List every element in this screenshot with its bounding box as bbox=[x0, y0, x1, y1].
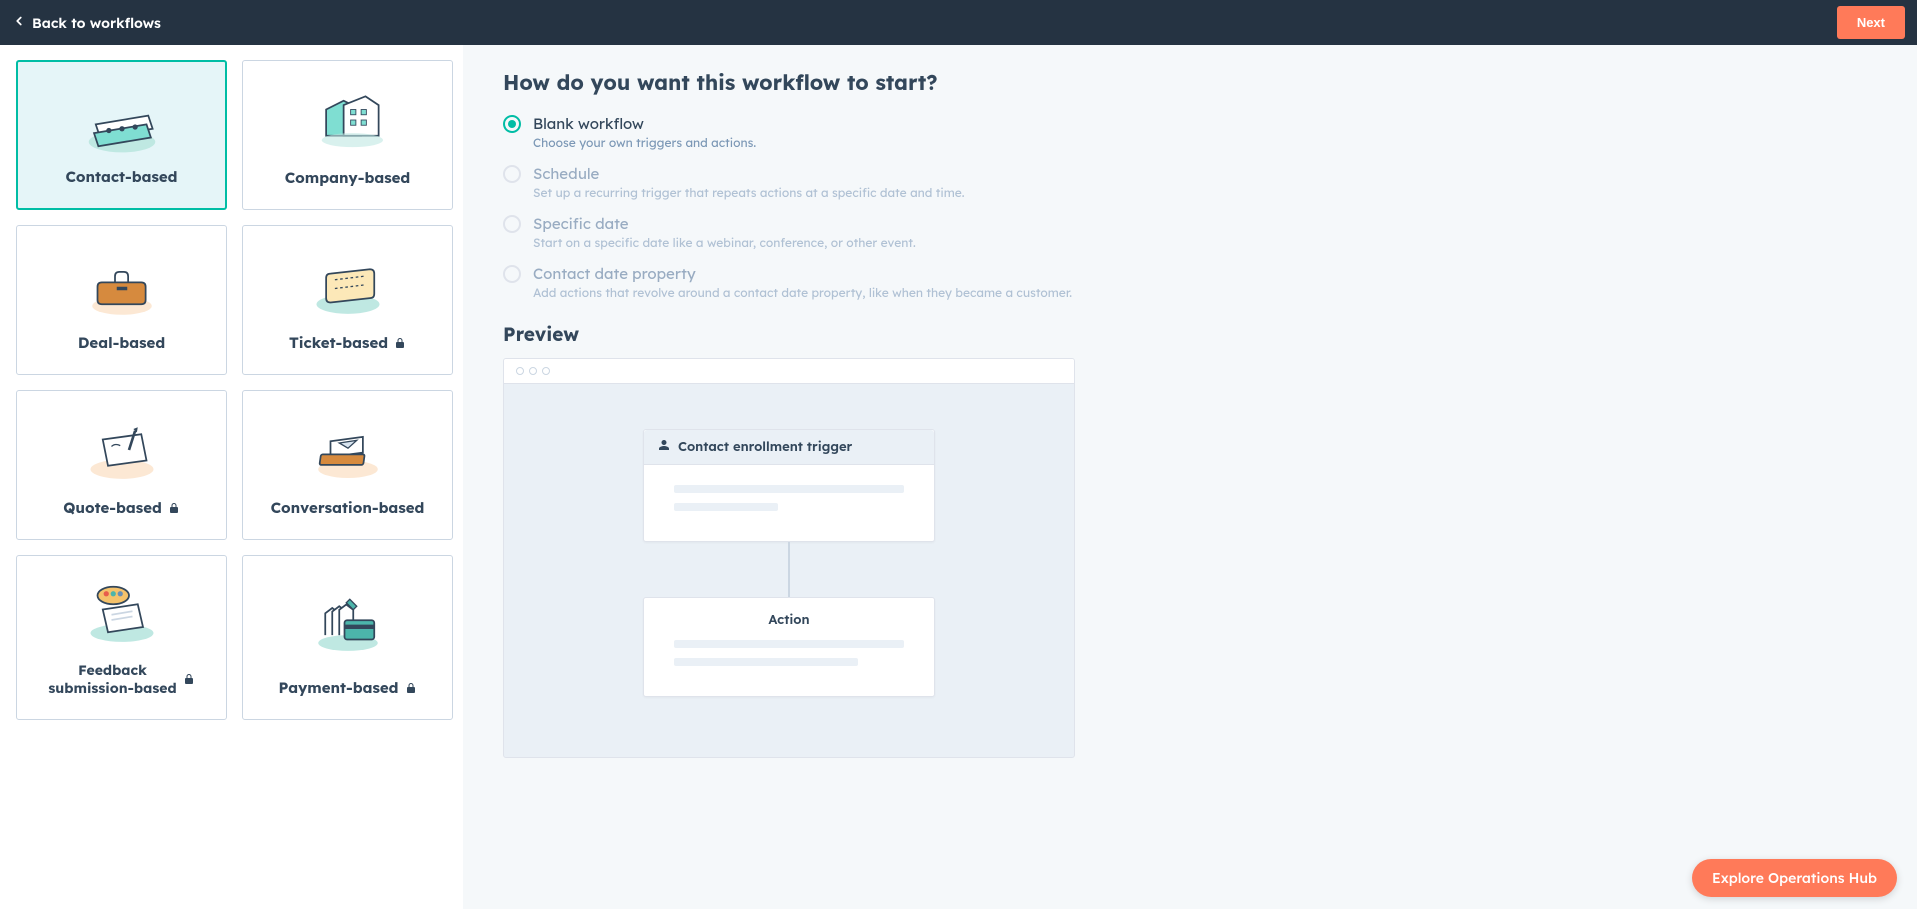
ticket-illustration-icon bbox=[303, 244, 393, 325]
trigger-node-body bbox=[644, 465, 934, 541]
lock-icon bbox=[405, 682, 417, 694]
card-label: Quote-based bbox=[63, 498, 180, 517]
skeleton-line bbox=[674, 503, 778, 511]
option-title: Specific date bbox=[533, 214, 916, 233]
trigger-node-header: Contact enrollment trigger bbox=[644, 430, 934, 465]
skeleton-line bbox=[674, 640, 904, 648]
deal-illustration-icon bbox=[77, 244, 167, 325]
workflow-config-panel: How do you want this workflow to start? … bbox=[463, 45, 1917, 909]
card-label: Deal-based bbox=[78, 333, 165, 352]
radio-property bbox=[503, 265, 521, 283]
company-illustration-icon bbox=[303, 79, 393, 160]
next-button[interactable]: Next bbox=[1837, 6, 1905, 39]
quote-illustration-icon bbox=[77, 409, 167, 490]
contact-illustration-icon bbox=[77, 80, 167, 159]
action-node: Action bbox=[643, 597, 935, 697]
skeleton-line bbox=[674, 658, 858, 666]
top-bar: Back to workflows Next bbox=[0, 0, 1917, 45]
contact-icon bbox=[658, 439, 670, 455]
workflow-type-card-contact[interactable]: Contact-based bbox=[16, 60, 227, 210]
option-description: Start on a specific date like a webinar,… bbox=[533, 235, 916, 250]
trigger-node: Contact enrollment trigger bbox=[643, 429, 935, 542]
start-option-specific: Specific date Start on a specific date li… bbox=[503, 214, 1877, 250]
workflow-type-card-deal[interactable]: Deal-based bbox=[16, 225, 227, 375]
card-label: Ticket-based bbox=[289, 333, 406, 352]
workflow-type-card-conversation[interactable]: Conversation-based bbox=[242, 390, 453, 540]
action-node-label: Action bbox=[644, 598, 934, 634]
back-label: Back to workflows bbox=[32, 14, 161, 32]
skeleton-line bbox=[674, 485, 904, 493]
explore-operations-hub-button[interactable]: Explore Operations Hub bbox=[1692, 859, 1897, 897]
preview-heading: Preview bbox=[503, 322, 1877, 346]
start-option-schedule: Schedule Set up a recurring trigger that … bbox=[503, 164, 1877, 200]
workflow-type-card-company[interactable]: Company-based bbox=[242, 60, 453, 210]
node-connector bbox=[788, 542, 790, 597]
workflow-type-card-ticket[interactable]: Ticket-based bbox=[242, 225, 453, 375]
main-content: Contact-based Company-based Deal-based Tick… bbox=[0, 45, 1917, 909]
radio-schedule bbox=[503, 165, 521, 183]
trigger-node-label: Contact enrollment trigger bbox=[678, 439, 852, 455]
card-label: Conversation-based bbox=[271, 498, 425, 517]
option-description: Set up a recurring trigger that repeats … bbox=[533, 185, 965, 200]
action-node-body bbox=[644, 634, 934, 696]
workflow-type-grid: Contact-based Company-based Deal-based Tick… bbox=[16, 60, 453, 720]
payment-illustration-icon bbox=[303, 574, 393, 670]
workflow-type-card-quote[interactable]: Quote-based bbox=[16, 390, 227, 540]
window-dot-icon bbox=[529, 367, 537, 375]
preview-window: Contact enrollment trigger Action bbox=[503, 358, 1075, 758]
radio-blank[interactable] bbox=[503, 115, 521, 133]
card-label: Payment-based bbox=[278, 678, 416, 697]
card-label: Feedbacksubmission-based bbox=[48, 661, 194, 697]
option-description: Add actions that revolve around a contac… bbox=[533, 285, 1072, 300]
option-title: Schedule bbox=[533, 164, 965, 183]
chevron-left-icon bbox=[12, 14, 26, 32]
workflow-type-panel: Contact-based Company-based Deal-based Tick… bbox=[0, 45, 463, 909]
card-label: Company-based bbox=[285, 168, 410, 187]
option-title: Blank workflow bbox=[533, 114, 756, 133]
option-title: Contact date property bbox=[533, 264, 1072, 283]
radio-specific bbox=[503, 215, 521, 233]
preview-canvas: Contact enrollment trigger Action bbox=[504, 384, 1074, 757]
window-dot-icon bbox=[542, 367, 550, 375]
option-description: Choose your own triggers and actions. bbox=[533, 135, 756, 150]
workflow-type-card-payment[interactable]: Payment-based bbox=[242, 555, 453, 720]
lock-icon bbox=[394, 337, 406, 349]
lock-icon bbox=[183, 673, 195, 685]
start-options-list: Blank workflow Choose your own triggers a… bbox=[503, 114, 1877, 300]
window-dot-icon bbox=[516, 367, 524, 375]
workflow-type-card-feedback[interactable]: Feedbacksubmission-based bbox=[16, 555, 227, 720]
lock-icon bbox=[168, 502, 180, 514]
card-label: Contact-based bbox=[66, 167, 178, 186]
back-to-workflows-link[interactable]: Back to workflows bbox=[12, 14, 161, 32]
start-option-property: Contact date property Add actions that re… bbox=[503, 264, 1877, 300]
conversation-illustration-icon bbox=[303, 409, 393, 490]
feedback-illustration-icon bbox=[77, 574, 167, 653]
start-question-heading: How do you want this workflow to start? bbox=[503, 70, 1877, 96]
preview-window-chrome bbox=[504, 359, 1074, 384]
start-option-blank[interactable]: Blank workflow Choose your own triggers a… bbox=[503, 114, 1877, 150]
